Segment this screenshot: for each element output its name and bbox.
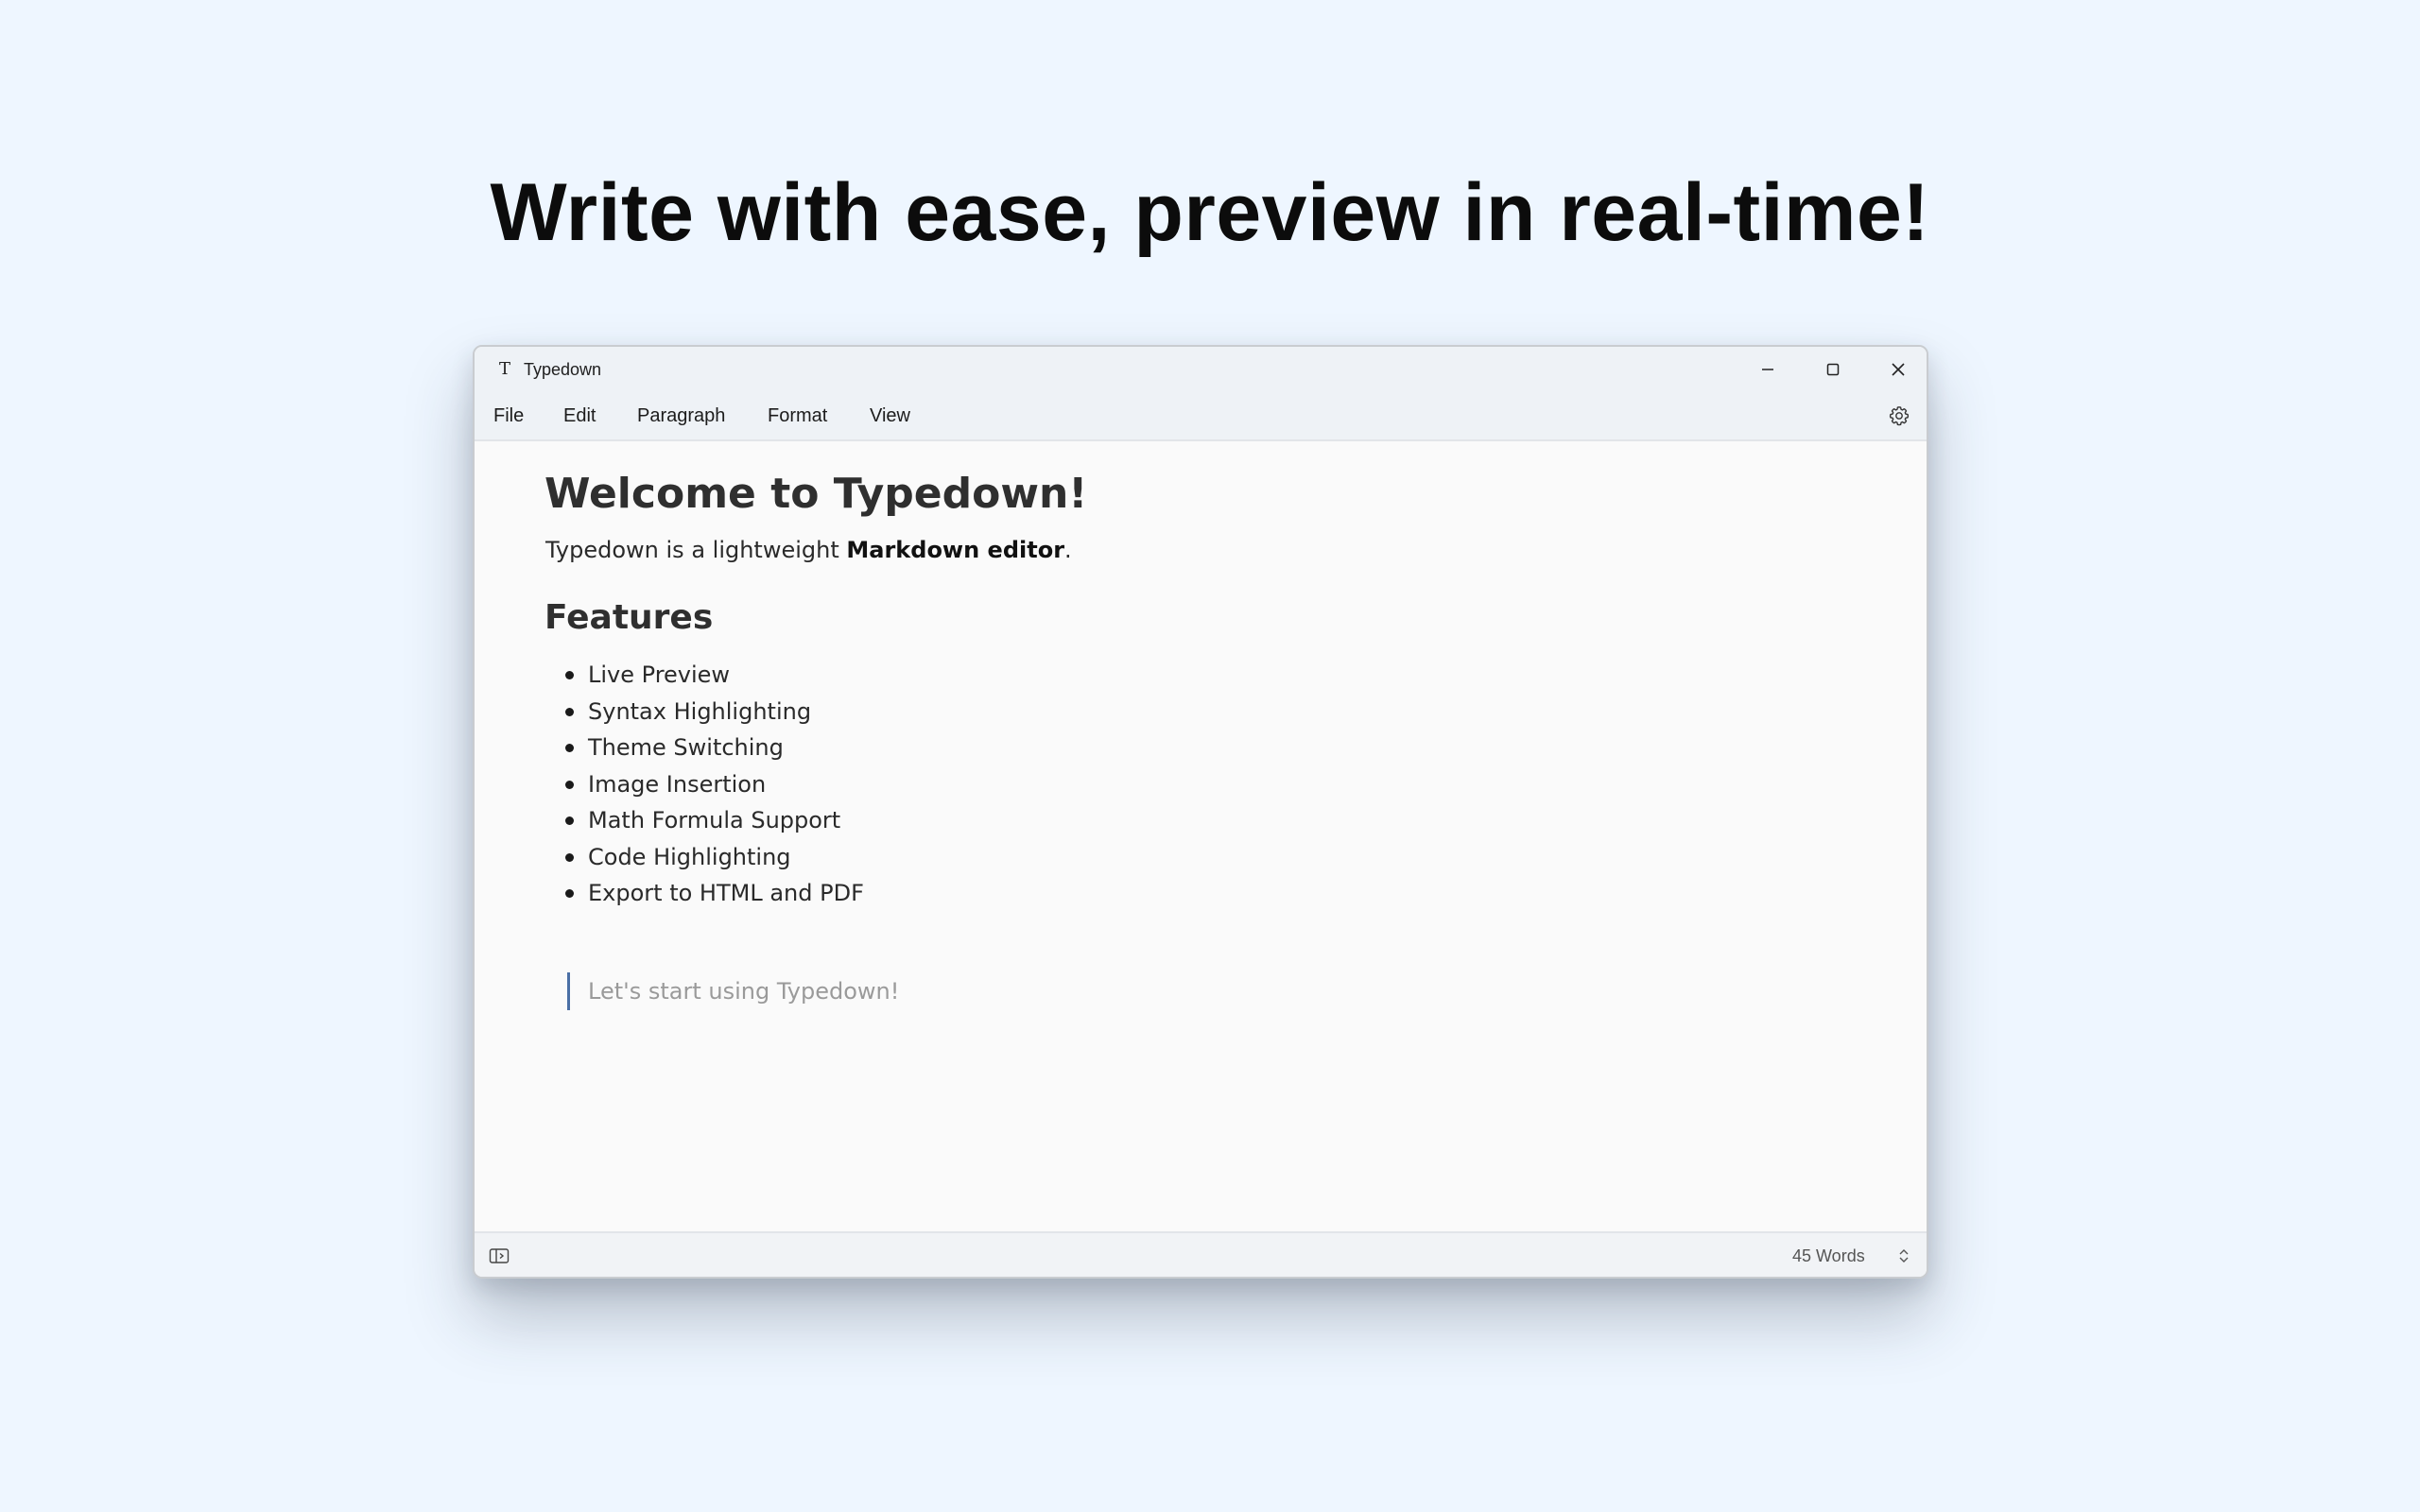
features-list: Live Preview Syntax Highlighting Theme S… <box>565 657 864 912</box>
close-button[interactable] <box>1866 347 1927 392</box>
menu-file[interactable]: File <box>493 401 524 431</box>
menu-view[interactable]: View <box>870 401 910 431</box>
intro-end-text: . <box>1064 537 1072 563</box>
menu-format[interactable]: Format <box>768 401 827 431</box>
list-item[interactable]: Syntax Highlighting <box>565 694 864 730</box>
list-item[interactable]: Code Highlighting <box>565 839 864 876</box>
chevron-up-down-icon <box>1899 1249 1909 1263</box>
features-heading[interactable]: Features <box>544 594 713 642</box>
menu-bar: File Edit Paragraph Format View <box>475 392 1927 441</box>
list-item[interactable]: Live Preview <box>565 657 864 694</box>
settings-button[interactable] <box>1885 402 1913 430</box>
sidebar-toggle-button[interactable] <box>488 1245 510 1267</box>
menu-paragraph[interactable]: Paragraph <box>637 401 725 431</box>
hero-title: Write with ease, preview in real-time! <box>490 167 1930 258</box>
list-item[interactable]: Export to HTML and PDF <box>565 875 864 912</box>
gear-icon <box>1889 406 1910 426</box>
intro-text: Typedown is a lightweight <box>545 537 847 563</box>
status-bar: 45 Words <box>475 1231 1927 1277</box>
document-heading[interactable]: Welcome to Typedown! <box>544 466 1087 523</box>
maximize-button[interactable] <box>1801 347 1865 392</box>
list-item[interactable]: Image Insertion <box>565 766 864 803</box>
window-title: Typedown <box>524 360 602 379</box>
document-intro[interactable]: Typedown is a lightweight Markdown edito… <box>545 534 1072 566</box>
editor-pane[interactable]: Welcome to Typedown! Typedown is a light… <box>475 441 1927 1231</box>
close-icon <box>1892 363 1905 376</box>
sidebar-toggle-icon <box>489 1248 510 1263</box>
maximize-icon <box>1826 363 1840 376</box>
app-window: T Typedown File Edit Paragraph Format Vi… <box>473 345 1928 1279</box>
word-count[interactable]: 45 Words <box>1792 1243 1865 1269</box>
app-logo-icon: T <box>498 359 510 379</box>
minimize-button[interactable] <box>1736 347 1800 392</box>
blockquote[interactable]: Let's start using Typedown! <box>567 972 899 1010</box>
menu-edit[interactable]: Edit <box>563 401 596 431</box>
list-item[interactable]: Math Formula Support <box>565 802 864 839</box>
title-bar[interactable]: T Typedown <box>475 347 1927 392</box>
minimize-icon <box>1762 369 1773 370</box>
count-mode-button[interactable] <box>1894 1245 1913 1267</box>
intro-bold-text: Markdown editor <box>846 537 1065 563</box>
list-item[interactable]: Theme Switching <box>565 730 864 766</box>
